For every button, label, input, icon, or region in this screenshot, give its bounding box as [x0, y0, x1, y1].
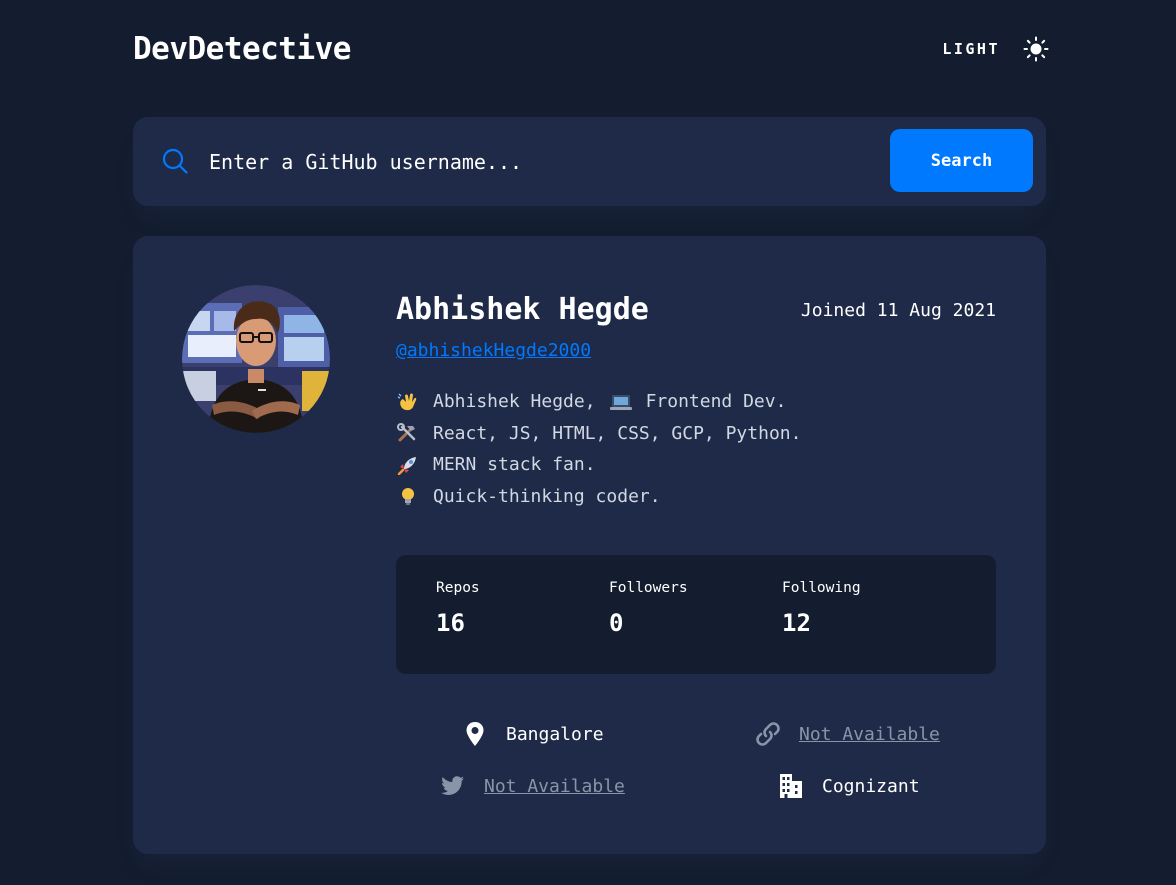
tools-icon [397, 423, 416, 442]
rocket-icon [397, 456, 416, 475]
avatar [182, 285, 330, 433]
bio-line: React, JS, HTML, CSS, GCP, Python. [396, 418, 996, 450]
header: DevDetective LIGHT [133, 28, 1049, 70]
stat-repos: Repos 16 [436, 580, 480, 637]
stat-following-value: 12 [782, 609, 811, 637]
stat-repos-value: 16 [436, 609, 465, 637]
link-icon [756, 722, 780, 746]
search-input[interactable] [209, 139, 879, 185]
bio-text: React, JS, HTML, CSS, GCP, Python. [433, 422, 802, 444]
search-bar: Search [133, 117, 1046, 206]
bio-text: MERN stack fan. [433, 454, 596, 476]
twitter-icon [441, 776, 464, 795]
app-root: DevDetective LIGHT Enter a GitHub userna… [0, 0, 1176, 885]
website-item[interactable]: Not Available [755, 721, 940, 747]
company-item: Cognizant [778, 773, 920, 799]
theme-toggle-label: LIGHT [942, 40, 1000, 58]
bio-text: Abhishek Hegde, [433, 391, 596, 413]
bio-line: Quick-thinking coder. [396, 481, 996, 513]
theme-toggle-button[interactable]: LIGHT [942, 35, 1050, 63]
profile-card: Abhishek Hegde Joined 11 Aug 2021 @abhis… [133, 236, 1046, 854]
search-icon [162, 148, 188, 174]
joined-date: Joined 11 Aug 2021 [800, 300, 996, 321]
stats-panel: Repos 16 Followers 0 Following 12 [396, 555, 996, 674]
twitter-item[interactable]: Not Available [440, 773, 625, 799]
stat-following-label: Following [782, 580, 861, 596]
profile-bio: Abhishek Hegde, Frontend Dev. React, JS,… [396, 386, 996, 512]
stat-following: Following 12 [782, 580, 861, 637]
website-link[interactable]: Not Available [799, 724, 940, 745]
bio-line: Abhishek Hegde, Frontend Dev. [396, 386, 996, 418]
location-item: Bangalore [462, 721, 604, 747]
sun-icon [1023, 36, 1049, 62]
twitter-link[interactable]: Not Available [484, 776, 625, 797]
app-logo: DevDetective [133, 31, 351, 67]
stat-repos-label: Repos [436, 580, 480, 596]
company-text: Cognizant [822, 775, 920, 797]
stat-followers-value: 0 [609, 609, 624, 637]
lightbulb-icon [402, 488, 414, 506]
waving-hand-icon [397, 393, 417, 410]
stat-followers: Followers 0 [609, 580, 688, 637]
profile-name: Abhishek Hegde [396, 292, 649, 327]
bio-text: Quick-thinking coder. [433, 485, 661, 507]
profile-username-link[interactable]: @abhishekHegde2000 [396, 340, 591, 361]
bio-line: MERN stack fan. [396, 449, 996, 481]
search-button[interactable]: Search [890, 129, 1033, 192]
stat-followers-label: Followers [609, 580, 688, 596]
laptop-icon [609, 394, 632, 410]
building-icon [780, 774, 802, 798]
location-pin-icon [466, 722, 484, 746]
location-text: Bangalore [506, 723, 604, 745]
bio-text: Frontend Dev. [645, 391, 787, 413]
